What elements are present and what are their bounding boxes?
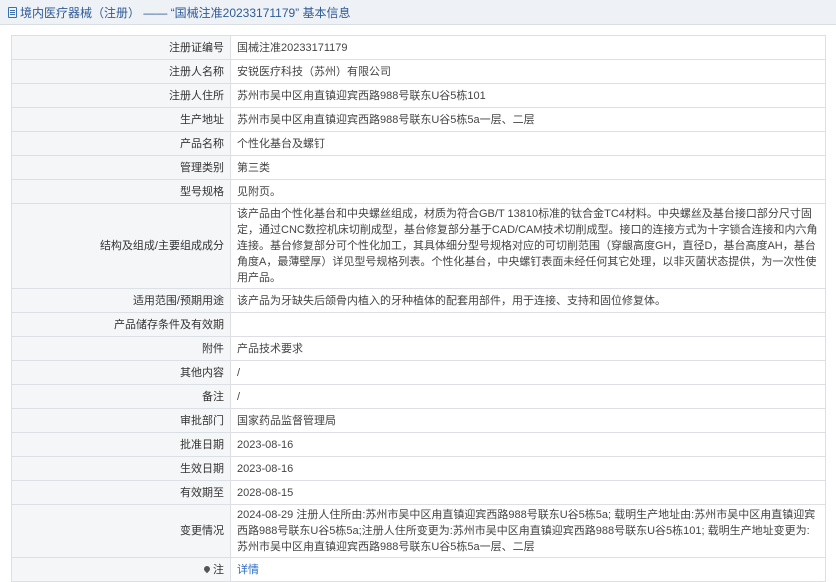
row-value: 安锐医疗科技（苏州）有限公司 xyxy=(230,59,826,84)
row-label: 变更情况 xyxy=(11,504,231,558)
row-label: 生产地址 xyxy=(11,107,231,132)
table-row: 生效日期 2023-08-16 xyxy=(11,456,826,481)
row-label: 注册人住所 xyxy=(11,83,231,108)
table-row: 结构及组成/主要组成成分 该产品由个性化基台和中央螺丝组成，材质为符合GB/T … xyxy=(11,203,826,289)
table-row: 其他内容 / xyxy=(11,360,826,385)
row-value: 第三类 xyxy=(230,155,826,180)
pin-icon xyxy=(202,564,212,573)
info-table: 注册证编号 国械注准20233171179 注册人名称 安锐医疗科技（苏州）有限… xyxy=(11,35,826,582)
row-value: 个性化基台及螺钉 xyxy=(230,131,826,156)
table-row: 产品储存条件及有效期 xyxy=(11,312,826,337)
row-label: 产品名称 xyxy=(11,131,231,156)
row-label: 适用范围/预期用途 xyxy=(11,288,231,313)
table-row: 批准日期 2023-08-16 xyxy=(11,432,826,457)
table-row: 变更情况 2024-08-29 注册人住所由:苏州市吴中区甪直镇迎宾西路988号… xyxy=(11,504,826,558)
row-value: 2028-08-15 xyxy=(230,480,826,505)
row-label: 管理类别 xyxy=(11,155,231,180)
table-row: 管理类别 第三类 xyxy=(11,155,826,180)
row-label: 型号规格 xyxy=(11,179,231,204)
row-label: 注册人名称 xyxy=(11,59,231,84)
row-value: 2023-08-16 xyxy=(230,456,826,481)
row-label: 产品储存条件及有效期 xyxy=(11,312,231,337)
row-value: 2024-08-29 注册人住所由:苏州市吴中区甪直镇迎宾西路988号联东U谷5… xyxy=(230,504,826,558)
row-value: 该产品为牙缺失后颌骨内植入的牙种植体的配套用部件，用于连接、支持和固位修复体。 xyxy=(230,288,826,313)
table-row: 注册证编号 国械注准20233171179 xyxy=(11,35,826,60)
table-row: 有效期至 2028-08-15 xyxy=(11,480,826,505)
row-value: 2023-08-16 xyxy=(230,432,826,457)
page-title: 境内医疗器械（注册） —— “国械注准20233171179” 基本信息 xyxy=(20,5,351,20)
table-row: 产品名称 个性化基台及螺钉 xyxy=(11,131,826,156)
table-row: 生产地址 苏州市吴中区甪直镇迎宾西路988号联东U谷5栋5a一层、二层 xyxy=(11,107,826,132)
row-label: 批准日期 xyxy=(11,432,231,457)
row-value xyxy=(230,312,826,337)
row-value: 产品技术要求 xyxy=(230,336,826,361)
table-row: 型号规格 见附页。 xyxy=(11,179,826,204)
table-row: 注册人住所 苏州市吴中区甪直镇迎宾西路988号联东U谷5栋101 xyxy=(11,83,826,108)
row-label: 有效期至 xyxy=(11,480,231,505)
row-label: 注册证编号 xyxy=(11,35,231,60)
row-label: 结构及组成/主要组成成分 xyxy=(11,203,231,289)
table-row: 备注 / xyxy=(11,384,826,409)
row-value: 国械注准20233171179 xyxy=(230,35,826,60)
table-row: 适用范围/预期用途 该产品为牙缺失后颌骨内植入的牙种植体的配套用部件，用于连接、… xyxy=(11,288,826,313)
table-row-note: 注 详情 xyxy=(11,557,826,582)
note-label: 注 xyxy=(213,563,224,576)
row-value: 苏州市吴中区甪直镇迎宾西路988号联东U谷5栋101 xyxy=(230,83,826,108)
row-value: 见附页。 xyxy=(230,179,826,204)
document-icon xyxy=(8,6,17,18)
page-header: 境内医疗器械（注册） —— “国械注准20233171179” 基本信息 xyxy=(0,0,836,25)
row-label: 审批部门 xyxy=(11,408,231,433)
table-row: 注册人名称 安锐医疗科技（苏州）有限公司 xyxy=(11,59,826,84)
table-row: 附件 产品技术要求 xyxy=(11,336,826,361)
row-value: 该产品由个性化基台和中央螺丝组成，材质为符合GB/T 13810标准的钛合金TC… xyxy=(230,203,826,289)
row-label: 备注 xyxy=(11,384,231,409)
detail-link[interactable]: 详情 xyxy=(237,564,259,576)
row-value: 苏州市吴中区甪直镇迎宾西路988号联东U谷5栋5a一层、二层 xyxy=(230,107,826,132)
row-value: / xyxy=(230,360,826,385)
row-label: 其他内容 xyxy=(11,360,231,385)
note-value-cell: 详情 xyxy=(230,557,826,582)
table-row: 审批部门 国家药品监督管理局 xyxy=(11,408,826,433)
note-label-cell: 注 xyxy=(11,557,231,582)
row-label: 附件 xyxy=(11,336,231,361)
row-value: / xyxy=(230,384,826,409)
row-value: 国家药品监督管理局 xyxy=(230,408,826,433)
row-label: 生效日期 xyxy=(11,456,231,481)
